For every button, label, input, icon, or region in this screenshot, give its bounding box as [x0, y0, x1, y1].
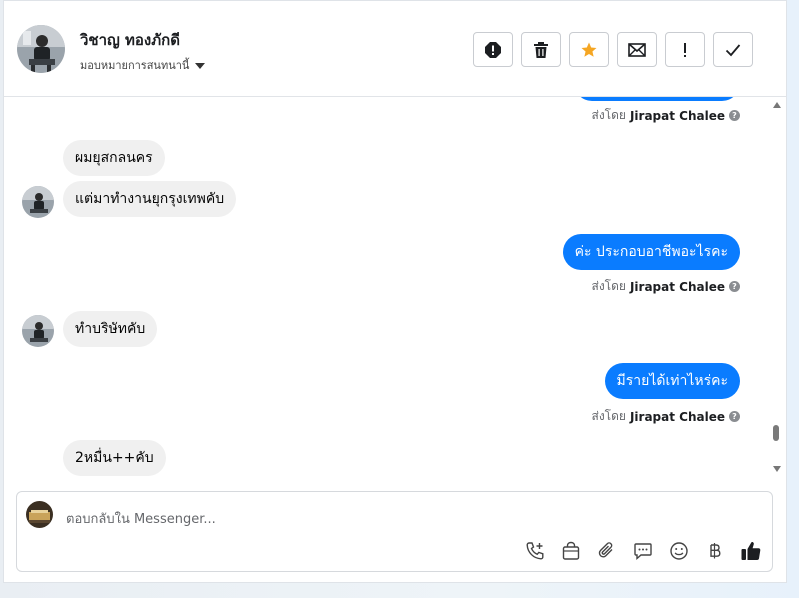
page-avatar [26, 501, 53, 528]
trash-icon [534, 41, 548, 58]
sent-by-prefix: ส่งโดย [591, 279, 626, 293]
conversation-panel: วิชาญ ทองภักดี มอบหมายการสนทนานี้ ส่งโดย… [3, 0, 787, 583]
scrollbar-thumb[interactable] [773, 425, 779, 441]
contact-avatar[interactable] [17, 25, 65, 73]
message-bubble-in[interactable]: แต่มาทำงานยุกรุงเทพคับ [63, 181, 237, 217]
sent-by-label: ส่งโดย Jirapat Chalee ? [591, 277, 740, 296]
mark-done-button[interactable] [713, 32, 753, 67]
envelope-icon [628, 42, 646, 57]
baht-icon[interactable] [704, 540, 726, 562]
alert-icon [485, 41, 501, 58]
shopping-bag-icon[interactable] [560, 540, 582, 562]
composer-tools [524, 540, 762, 562]
thumbs-up-icon[interactable] [740, 540, 762, 562]
phone-add-icon[interactable] [524, 540, 546, 562]
follow-up-button[interactable] [665, 32, 705, 67]
help-icon[interactable]: ? [729, 411, 740, 422]
sent-by-label: ส่งโดย Jirapat Chalee ? [591, 407, 740, 426]
message-bubble-in[interactable]: ผมยุสกลนคร [63, 140, 165, 176]
sent-by-label: ส่งโดย Jirapat Chalee ? [591, 106, 740, 125]
scroll-up-arrow-icon[interactable] [773, 102, 781, 108]
star-icon [581, 42, 597, 57]
message-bubble-out[interactable]: ค่ะ ประกอบอาชีพอะไรคะ [562, 234, 740, 270]
delete-button[interactable] [521, 32, 561, 67]
emoji-icon[interactable] [668, 540, 690, 562]
help-icon[interactable]: ? [729, 110, 740, 121]
assign-label: มอบหมายการสนทนานี้ [80, 59, 190, 72]
contact-name[interactable]: วิชาญ ทองภักดี [80, 28, 180, 52]
message-thread[interactable]: ส่งโดย Jirapat Chalee ? ผมยุสกลนคร แต่มา… [4, 97, 786, 485]
assign-conversation-dropdown[interactable]: มอบหมายการสนทนานี้ [80, 56, 206, 74]
sent-by-prefix: ส่งโดย [591, 409, 626, 423]
contact-avatar-small [22, 186, 54, 218]
mark-unread-button[interactable] [617, 32, 657, 67]
sent-by-sender: Jirapat Chalee [629, 279, 725, 294]
paperclip-icon[interactable] [596, 540, 618, 562]
mark-spam-button[interactable] [473, 32, 513, 67]
sent-by-sender: Jirapat Chalee [629, 409, 725, 424]
message-bubble-in[interactable]: ทำบริษัทคับ [63, 311, 158, 347]
caret-down-icon [195, 62, 206, 69]
message-bubble-in[interactable]: 2หมื่น++คับ [63, 440, 166, 476]
star-button[interactable] [569, 32, 609, 67]
help-icon[interactable]: ? [729, 281, 740, 292]
sent-by-sender: Jirapat Chalee [629, 108, 725, 123]
exclamation-icon [684, 42, 686, 57]
conversation-header: วิชาญ ทองภักดี มอบหมายการสนทนานี้ [4, 1, 786, 97]
thread-scrollbar[interactable] [770, 97, 784, 485]
chat-icon[interactable] [632, 540, 654, 562]
contact-avatar-small [22, 315, 54, 347]
scroll-down-arrow-icon[interactable] [773, 466, 781, 472]
sent-by-prefix: ส่งโดย [591, 108, 626, 122]
message-bubble-out-partial[interactable] [574, 97, 740, 101]
reply-input[interactable]: ตอบกลับใน Messenger... [66, 508, 216, 529]
reply-composer[interactable]: ตอบกลับใน Messenger... [16, 491, 773, 572]
check-icon [725, 43, 741, 56]
header-actions [473, 32, 753, 67]
message-bubble-out[interactable]: มีรายได้เท่าไหร่คะ [604, 363, 740, 399]
